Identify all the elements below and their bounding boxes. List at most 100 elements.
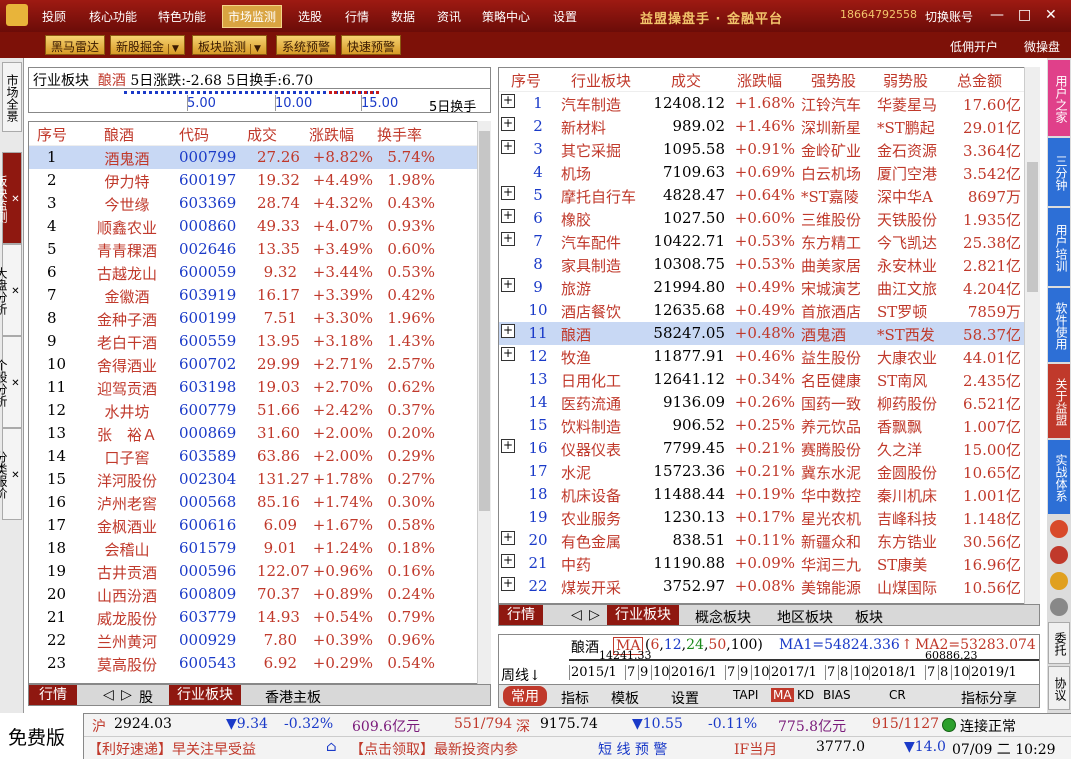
tab-three-minutes[interactable]: 三分钟 xyxy=(1048,138,1070,206)
menu-item-investment-advice[interactable]: 投顾 xyxy=(42,8,66,25)
table-row[interactable]: 5 青青稞酒 002646 13.35 +3.49% 0.60% xyxy=(29,238,490,261)
tab-software-usage[interactable]: 软件使用 xyxy=(1048,288,1070,362)
close-icon[interactable]: ✕ xyxy=(10,155,21,243)
tab-region-sector[interactable]: 地区板块 xyxy=(777,607,833,627)
table-row[interactable]: 14 口子窖 603589 63.86 +2.00% 0.29% xyxy=(29,445,490,468)
dark-horse-radar-button[interactable]: 黑马雷达 xyxy=(45,35,106,55)
right-scrollbar[interactable] xyxy=(1024,67,1040,604)
col-header-code[interactable]: 代码 xyxy=(179,124,209,145)
col-header-turnover[interactable]: 换手率 xyxy=(377,124,422,145)
expand-icon[interactable]: + xyxy=(501,439,515,453)
tab-user-training[interactable]: 用户培训 xyxy=(1048,208,1070,286)
menu-item-news[interactable]: 资讯 xyxy=(437,8,461,25)
table-row[interactable]: 7 金徽酒 603919 16.17 +3.39% 0.42% xyxy=(29,284,490,307)
table-row[interactable]: 10 酒店餐饮 12635.68 +0.49% 首旅酒店 ST罗顿 7859万 xyxy=(499,299,1039,322)
bias-indicator[interactable]: BIAS xyxy=(823,688,851,702)
col-header-weak-stock[interactable]: 弱势股 xyxy=(883,70,928,91)
col-header-volume[interactable]: 成交 xyxy=(247,124,277,145)
short-term-alert-link[interactable]: 短 线 预 警 xyxy=(598,739,667,759)
table-row[interactable]: +16 仪器仪表 7799.45 +0.21% 赛腾股份 久之洋 15.00亿 xyxy=(499,437,1039,460)
table-row[interactable]: +12 牧渔 11877.91 +0.46% 益生股份 大康农业 44.01亿 xyxy=(499,345,1039,368)
tab-quotes[interactable]: 行情 xyxy=(29,685,77,705)
col-header-index[interactable]: 序号 xyxy=(511,70,541,91)
col-header-strong-stock[interactable]: 强势股 xyxy=(811,70,856,91)
tab-market-analysis[interactable]: ✕ 大盘分析 xyxy=(0,244,22,336)
indicator-button[interactable]: 指标 xyxy=(561,688,589,708)
expand-icon[interactable]: + xyxy=(501,117,515,131)
prev-arrow-icon[interactable]: ◁ xyxy=(103,687,114,703)
pencil-icon[interactable] xyxy=(1050,520,1068,538)
system-alert-button[interactable]: 系统预警 xyxy=(276,35,337,55)
new-stock-button[interactable]: 新股掘金 ▼ xyxy=(110,35,185,55)
tab-industry-sector[interactable]: 行业板块 xyxy=(169,685,241,705)
expand-icon[interactable]: + xyxy=(501,140,515,154)
table-row[interactable]: +20 有色金属 838.51 +0.11% 新疆众和 东方锆业 30.56亿 xyxy=(499,529,1039,552)
table-row[interactable]: 8 金种子酒 600199 7.51 +3.30% 1.96% xyxy=(29,307,490,330)
news-link-1[interactable]: 【利好速递】早关注早受益 xyxy=(88,739,256,759)
indicator-share-button[interactable]: 指标分享 xyxy=(961,688,1017,708)
tab-entrust[interactable]: 委托 xyxy=(1048,622,1070,664)
expand-icon[interactable]: + xyxy=(501,209,515,223)
expand-icon[interactable]: + xyxy=(501,577,515,591)
col-header-index[interactable]: 序号 xyxy=(37,124,67,145)
menu-item-settings[interactable]: 设置 xyxy=(553,8,577,25)
menu-item-market-monitor[interactable]: 市场监测 xyxy=(222,5,283,28)
minimize-icon[interactable]: — xyxy=(990,7,1004,23)
col-header-change[interactable]: 涨跌幅 xyxy=(309,124,354,145)
table-row[interactable]: 12 水井坊 600779 51.66 +2.42% 0.37% xyxy=(29,399,490,422)
table-row[interactable]: +11 酿酒 58247.05 +0.48% 酒鬼酒 *ST西发 58.37亿 xyxy=(499,322,1039,345)
close-icon[interactable]: ✕ xyxy=(10,247,21,335)
ma-indicator[interactable]: MA xyxy=(771,688,794,702)
switch-account-button[interactable]: 切换账号 xyxy=(925,8,973,25)
quick-alert-button[interactable]: 快速预警 xyxy=(341,35,402,55)
table-row[interactable]: +9 旅游 21994.80 +0.49% 宋城演艺 曲江文旅 4.204亿 xyxy=(499,276,1039,299)
table-row[interactable]: +7 汽车配件 10422.71 +0.53% 东方精工 今飞凯达 25.38亿 xyxy=(499,230,1039,253)
menu-item-data[interactable]: 数据 xyxy=(391,8,415,25)
expand-icon[interactable]: + xyxy=(501,531,515,545)
expand-icon[interactable]: + xyxy=(501,232,515,246)
tab-hk-main[interactable]: 香港主板 xyxy=(265,687,321,707)
close-icon[interactable]: ✕ xyxy=(10,339,21,427)
menu-item-special-functions[interactable]: 特色功能 xyxy=(158,8,206,25)
home-icon[interactable]: ⌂ xyxy=(326,739,337,755)
tab-sector[interactable]: 板块 xyxy=(855,607,883,627)
tab-stock[interactable]: 股 xyxy=(139,687,153,707)
menu-item-core-functions[interactable]: 核心功能 xyxy=(89,8,137,25)
col-header-change[interactable]: 涨跌幅 xyxy=(737,70,782,91)
low-commission-account-link[interactable]: 低佣开户 xyxy=(950,38,998,55)
table-row[interactable]: 20 山西汾酒 600809 70.37 +0.89% 0.24% xyxy=(29,583,490,606)
period-selector[interactable]: 周线↓ xyxy=(501,665,541,685)
cr-indicator[interactable]: CR xyxy=(889,688,906,702)
tab-category-quotes[interactable]: ✕ 分类报价 xyxy=(0,428,22,520)
expand-icon[interactable]: + xyxy=(501,94,515,108)
kd-indicator[interactable]: KD xyxy=(797,688,814,702)
table-row[interactable]: 21 威龙股份 603779 14.93 +0.54% 0.79% xyxy=(29,606,490,629)
weibo-icon[interactable] xyxy=(1050,546,1068,564)
menu-item-quotes[interactable]: 行情 xyxy=(345,8,369,25)
table-row[interactable]: 15 饮料制造 906.52 +0.25% 养元饮品 香飘飘 1.007亿 xyxy=(499,414,1039,437)
expand-icon[interactable]: + xyxy=(501,324,515,338)
micro-trading-link[interactable]: 微操盘 xyxy=(1024,38,1060,55)
col-header-total-amount[interactable]: 总金额 xyxy=(957,70,1002,91)
tab-protocol[interactable]: 协议 xyxy=(1048,666,1070,710)
table-row[interactable]: +3 其它采掘 1095.58 +0.91% 金岭矿业 金石资源 3.364亿 xyxy=(499,138,1039,161)
table-row[interactable]: 23 莫高股份 600543 6.92 +0.29% 0.54% xyxy=(29,652,490,675)
table-row[interactable]: 3 今世缘 603369 28.74 +4.32% 0.43% xyxy=(29,192,490,215)
table-row[interactable]: 1 酒鬼酒 000799 27.26 +8.82% 5.74% xyxy=(29,146,490,169)
restore-icon[interactable]: □ xyxy=(1018,7,1031,23)
table-row[interactable]: 8 家具制造 10308.75 +0.53% 曲美家居 永安林业 2.821亿 xyxy=(499,253,1039,276)
chat-icon[interactable] xyxy=(1050,598,1068,616)
news-link-2[interactable]: 【点击领取】最新投资内参 xyxy=(350,739,518,759)
expand-icon[interactable]: + xyxy=(501,278,515,292)
sector-monitor-button[interactable]: 板块监测 ▼ xyxy=(192,35,267,55)
table-row[interactable]: 4 机场 7109.63 +0.69% 白云机场 厦门空港 3.542亿 xyxy=(499,161,1039,184)
close-icon[interactable]: ✕ xyxy=(10,431,21,519)
common-button[interactable]: 常用 xyxy=(503,686,547,706)
table-row[interactable]: 16 泸州老窖 000568 85.16 +1.74% 0.30% xyxy=(29,491,490,514)
table-row[interactable]: 10 舍得酒业 600702 29.99 +2.71% 2.57% xyxy=(29,353,490,376)
table-row[interactable]: +2 新材料 989.02 +1.46% 深圳新星 *ST鹏起 29.01亿 xyxy=(499,115,1039,138)
tab-quotes[interactable]: 行情 xyxy=(499,605,543,625)
next-arrow-icon[interactable]: ▷ xyxy=(589,607,600,623)
tab-about-yimeng[interactable]: 关于益盟 xyxy=(1048,364,1070,438)
tab-industry-sector[interactable]: 行业板块 xyxy=(607,605,679,625)
